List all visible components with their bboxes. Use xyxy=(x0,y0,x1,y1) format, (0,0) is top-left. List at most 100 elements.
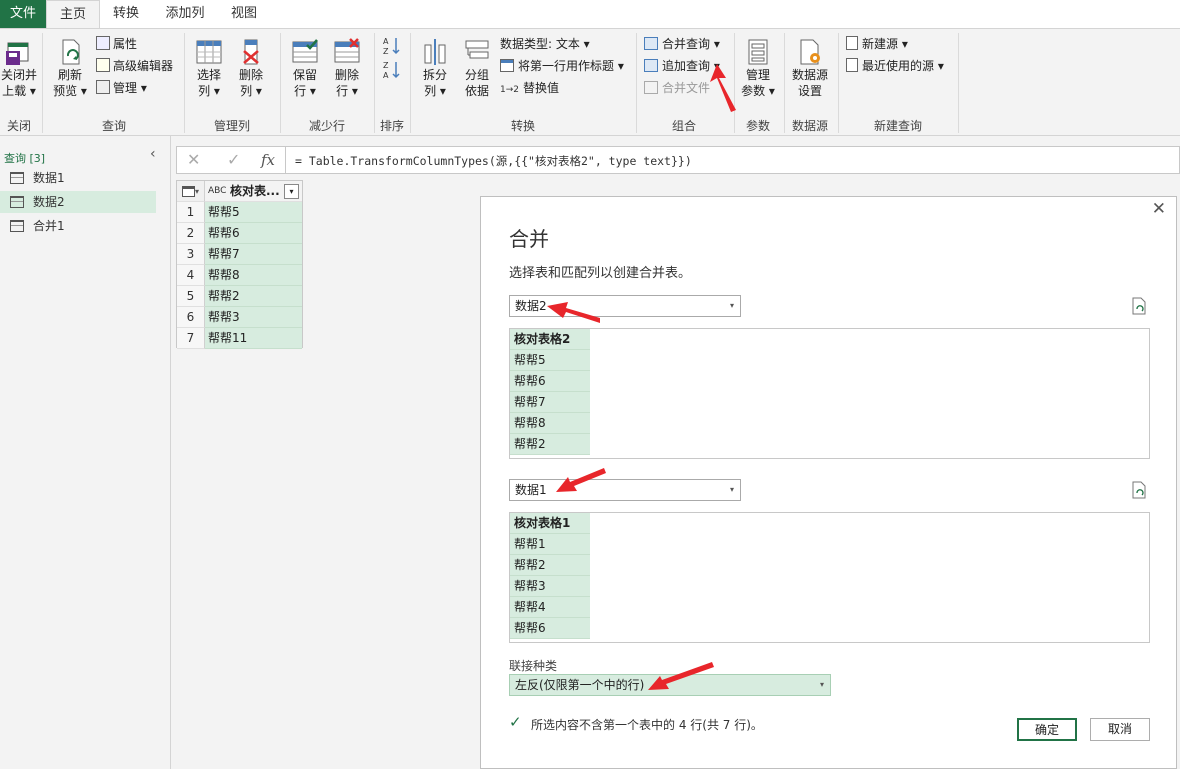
properties-button[interactable]: 属性 xyxy=(96,34,137,54)
manage-parameters-label-1: 管理 xyxy=(745,68,770,82)
datasource-settings-icon xyxy=(800,39,820,65)
confirm-formula-icon[interactable]: ✓ xyxy=(227,150,240,169)
tab-view[interactable]: 视图 xyxy=(218,0,270,28)
refresh-preview-icon[interactable] xyxy=(1131,297,1147,318)
combine-files-icon xyxy=(644,81,658,94)
replace-values-button[interactable]: 1→2 替换值 xyxy=(500,78,559,100)
remove-rows-label-1: 删除 xyxy=(334,68,359,82)
column-filter-button[interactable]: ▾ xyxy=(284,184,299,199)
merge-dialog: ✕ 合并 选择表和匹配列以创建合并表。 数据2 ▾ 核对表格2 帮帮5 帮帮6 帮帮… xyxy=(480,196,1177,769)
advanced-editor-button[interactable]: 高级编辑器 xyxy=(96,56,173,76)
recent-sources-icon xyxy=(846,58,858,72)
split-column-button[interactable]: 拆分 列 ▾ xyxy=(416,37,454,99)
group-by-button[interactable]: 分组 依据 xyxy=(458,37,496,99)
keep-rows-icon xyxy=(292,39,318,63)
join-kind-select[interactable]: 左反(仅限第一个中的行) ▾ xyxy=(509,674,831,696)
group-label-datasource: 数据源 xyxy=(791,119,828,133)
row-number[interactable]: 4 xyxy=(177,265,205,286)
preview-cell: 帮帮6 xyxy=(510,618,590,639)
group-label-reduce-rows: 减少行 xyxy=(308,119,345,133)
row-number[interactable]: 7 xyxy=(177,328,205,349)
group-label-manage-columns: 管理列 xyxy=(213,119,250,133)
merge-queries-button[interactable]: 合并查询 ▾ xyxy=(644,34,720,54)
query-item-label: 数据1 xyxy=(33,171,65,185)
data-grid: ▾ ABC 核对表... ▾ 1 帮帮5 2 帮帮6 3 帮帮7 4 帮帮8 5 帮帮2 6 帮帮3 7… xyxy=(176,180,303,349)
data-type-button[interactable]: 数据类型: 文本 ▾ xyxy=(500,34,590,54)
remove-rows-button[interactable]: 删除 行 ▾ xyxy=(328,37,366,99)
table1-select[interactable]: 数据2 ▾ xyxy=(509,295,741,317)
table-menu-button[interactable]: ▾ xyxy=(177,181,205,202)
table-cell[interactable]: 帮帮7 xyxy=(205,244,302,265)
datasource-settings-button[interactable]: 数据源 设置 xyxy=(788,37,832,99)
refresh-preview-button[interactable]: 刷新 预览 ▾ xyxy=(50,37,90,99)
row-number[interactable]: 2 xyxy=(177,223,205,244)
cancel-formula-icon[interactable]: ✕ xyxy=(187,150,200,169)
remove-columns-button[interactable]: 删除 列 ▾ xyxy=(232,37,270,99)
table-cell[interactable]: 帮帮2 xyxy=(205,286,302,307)
row-number[interactable]: 6 xyxy=(177,307,205,328)
table2-key-column-header[interactable]: 核对表格1 xyxy=(510,513,590,534)
replace-values-icon: 1→2 xyxy=(500,85,519,95)
choose-columns-icon xyxy=(196,40,222,64)
collapse-pane-icon[interactable]: ‹ xyxy=(150,146,156,162)
row-number[interactable]: 5 xyxy=(177,286,205,307)
datasource-settings-label-1: 数据源 xyxy=(791,68,828,82)
parameters-icon xyxy=(748,39,768,65)
tab-home[interactable]: 主页 xyxy=(46,0,100,28)
refresh-preview-icon[interactable] xyxy=(1131,481,1147,502)
query-item-label: 合并1 xyxy=(33,219,65,233)
chevron-down-icon: ▾ xyxy=(729,485,734,494)
sort-ascending-button[interactable]: A Z xyxy=(382,35,404,60)
tab-add-column[interactable]: 添加列 xyxy=(154,0,216,28)
tab-transform[interactable]: 转换 xyxy=(100,0,152,28)
tab-file[interactable]: 文件 xyxy=(0,0,46,28)
chevron-down-icon: ▾ xyxy=(195,187,200,196)
preview-cell: 帮帮2 xyxy=(510,555,590,576)
combine-files-button[interactable]: 合并文件 xyxy=(644,78,710,98)
choose-columns-label-2: 列 ▾ xyxy=(198,84,220,98)
preview-cell: 帮帮6 xyxy=(510,371,590,392)
query-item-merge1[interactable]: 合并1 xyxy=(0,215,156,237)
column-header[interactable]: ABC 核对表... ▾ xyxy=(205,181,302,202)
separator xyxy=(42,33,43,133)
group-label-new-query: 新建查询 xyxy=(873,119,922,133)
table-cell[interactable]: 帮帮5 xyxy=(205,202,302,223)
new-source-button[interactable]: 新建源 ▾ xyxy=(846,34,908,54)
keep-rows-label-2: 行 ▾ xyxy=(294,84,316,98)
table-cell[interactable]: 帮帮11 xyxy=(205,328,302,349)
row-number[interactable]: 1 xyxy=(177,202,205,223)
sort-descending-button[interactable]: Z A xyxy=(382,59,404,84)
recent-sources-button[interactable]: 最近使用的源 ▾ xyxy=(846,56,944,76)
table2-select[interactable]: 数据1 ▾ xyxy=(509,479,741,501)
group-by-label-1: 分组 xyxy=(464,68,489,82)
use-first-row-as-headers-button[interactable]: 将第一行用作标题 ▾ xyxy=(500,56,624,76)
query-item-data1[interactable]: 数据1 xyxy=(0,167,156,189)
text-type-icon[interactable]: ABC xyxy=(208,181,226,202)
close-and-load-button[interactable]: 关闭并 上载 ▾ xyxy=(0,37,38,99)
choose-columns-button[interactable]: 选择 列 ▾ xyxy=(190,37,228,99)
manage-button[interactable]: 管理 ▾ xyxy=(96,78,147,98)
cancel-button[interactable]: 取消 xyxy=(1090,718,1150,741)
table-cell[interactable]: 帮帮3 xyxy=(205,307,302,328)
manage-parameters-button[interactable]: 管理 参数 ▾ xyxy=(738,37,778,99)
remove-rows-label-2: 行 ▾ xyxy=(336,84,358,98)
query-item-label: 数据2 xyxy=(33,195,65,209)
table-cell[interactable]: 帮帮6 xyxy=(205,223,302,244)
chevron-down-icon: ▾ xyxy=(819,680,824,689)
table-cell[interactable]: 帮帮8 xyxy=(205,265,302,286)
preview-cell: 帮帮2 xyxy=(510,434,590,455)
query-item-data2[interactable]: 数据2 xyxy=(0,191,156,213)
ok-button[interactable]: 确定 xyxy=(1017,718,1077,741)
choose-columns-label-1: 选择 xyxy=(196,68,221,82)
close-dialog-icon[interactable]: ✕ xyxy=(1152,199,1166,219)
keep-rows-button[interactable]: 保留 行 ▾ xyxy=(286,37,324,99)
formula-input[interactable]: = Table.TransformColumnTypes(源,{{"核对表格2"… xyxy=(295,153,692,169)
separator xyxy=(374,33,375,133)
split-column-icon xyxy=(424,39,446,65)
table1-key-column-header[interactable]: 核对表格2 xyxy=(510,329,590,350)
row-number[interactable]: 3 xyxy=(177,244,205,265)
refresh-label-1: 刷新 xyxy=(57,68,82,82)
join-kind-value: 左反(仅限第一个中的行) xyxy=(515,678,645,692)
separator xyxy=(184,33,185,133)
append-queries-button[interactable]: 追加查询 ▾ xyxy=(644,56,720,76)
